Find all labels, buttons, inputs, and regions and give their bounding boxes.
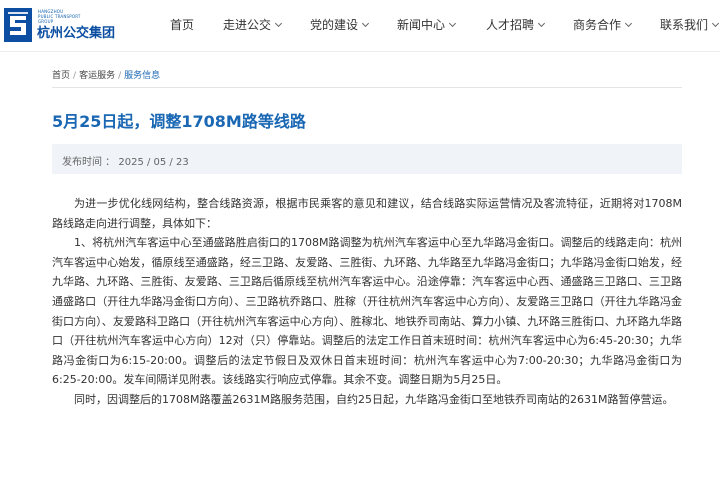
logo-mark-icon xyxy=(4,8,32,42)
logo-chinese-text: 杭州公交集团 xyxy=(37,26,116,41)
chevron-down-icon xyxy=(537,19,546,27)
nav-item-home[interactable]: 首页 xyxy=(170,16,194,33)
article-paragraph: 同时，因调整后的1708M路覆盖2631M路服务范围，自约25日起，九华路冯金街… xyxy=(74,392,674,406)
main-content: 首页 / 客运服务 / 服务信息 5月25日起，调整1708M路等线路 发布时间 ： 2… xyxy=(0,52,720,498)
nav-item-news[interactable]: 新闻中心 xyxy=(397,16,457,33)
breadcrumb: 首页 / 客运服务 / 服务信息 xyxy=(52,68,160,81)
breadcrumb-separator: / xyxy=(118,71,122,81)
nav-item-contact[interactable]: 联系我们 xyxy=(660,16,720,33)
nav-item-label: 党的建设 xyxy=(310,18,359,32)
nav-item-party[interactable]: 党的建设 xyxy=(310,16,370,33)
article-paragraph: 1、将杭州汽车客运中心至通盛路胜启街口的1708M路调整为杭州汽车客运中心至九华… xyxy=(52,236,682,387)
nav-item-business[interactable]: 商务合作 xyxy=(573,16,633,33)
page-title: 5月25日起，调整1708M路等线路 xyxy=(52,112,306,131)
article-body: 为进一步优化线网结构，整合线路资源，根据市民乘客的意见和建议，结合线路实际运营情… xyxy=(52,194,682,410)
nav-item-about[interactable]: 走进公交 xyxy=(223,16,283,33)
article-paragraph: 为进一步优化线网结构，整合线路资源，根据市民乘客的意见和建议，结合线路实际运营情… xyxy=(52,197,682,230)
chevron-down-icon xyxy=(361,19,370,27)
nav-item-label: 新闻中心 xyxy=(397,18,446,32)
divider xyxy=(52,87,682,88)
breadcrumb-home[interactable]: 首页 xyxy=(52,71,70,81)
publish-date: 发布时间 ： 2025 / 05 / 23 xyxy=(62,157,189,168)
site-logo[interactable]: HANGZHOU PUBLIC TRANSPORT GROUP 杭州公交集团 xyxy=(4,8,116,44)
logo-english-text: HANGZHOU PUBLIC TRANSPORT GROUP xyxy=(38,9,81,24)
chevron-down-icon xyxy=(274,19,283,27)
breadcrumb-current[interactable]: 服务信息 xyxy=(124,71,160,81)
nav-item-careers[interactable]: 人才招聘 xyxy=(486,16,546,33)
nav-item-label: 人才招聘 xyxy=(486,18,535,32)
nav-item-label: 联系我们 xyxy=(660,18,709,32)
breadcrumb-service[interactable]: 客运服务 xyxy=(79,71,115,81)
site-header: HANGZHOU PUBLIC TRANSPORT GROUP 杭州公交集团 首… xyxy=(0,0,720,52)
nav-item-label: 商务合作 xyxy=(573,18,622,32)
publish-meta-bar: 发布时间 ： 2025 / 05 / 23 xyxy=(52,144,682,174)
nav-item-label: 首页 xyxy=(170,18,195,32)
chevron-down-icon xyxy=(624,19,633,27)
nav-item-label: 走进公交 xyxy=(223,18,272,32)
breadcrumb-separator: / xyxy=(73,71,77,81)
main-nav: 首页 走进公交 党的建设 新闻中心 人才招聘 商务合作 联系我们 xyxy=(150,0,720,52)
chevron-down-icon xyxy=(448,19,457,27)
chevron-down-icon xyxy=(711,19,720,27)
